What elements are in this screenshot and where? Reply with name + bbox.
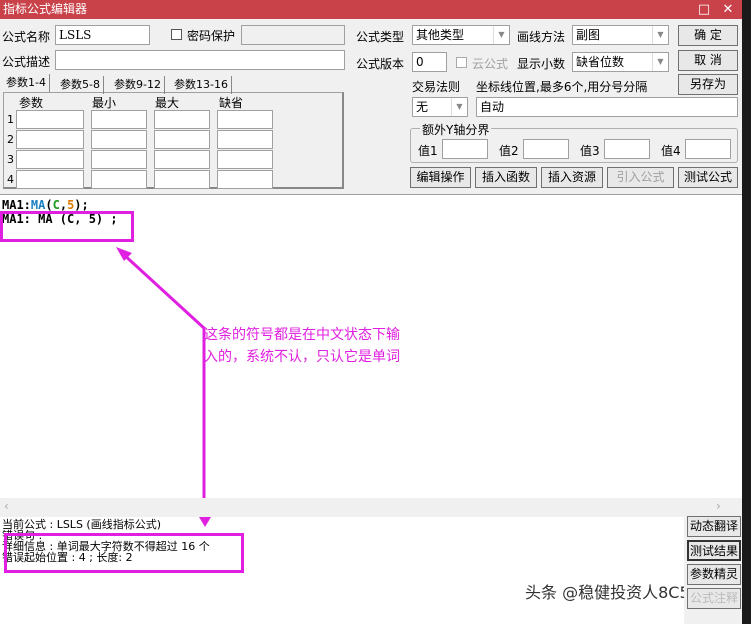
side-buttons: 动态翻译 测试结果 参数精灵 公式注释 xyxy=(684,515,742,624)
window-title: 指标公式编辑器 xyxy=(3,2,88,16)
value1-input[interactable] xyxy=(442,139,488,159)
version-label: 公式版本 xyxy=(356,57,405,71)
desc-input[interactable] xyxy=(55,50,345,70)
extra-y-label: 额外Y轴分界 xyxy=(420,121,492,138)
code-editor[interactable]: MA1:MA(C,5); MA1: MA (C, 5) ; 这条的符号都是在中文… xyxy=(0,194,742,499)
decimal-select[interactable]: 缺省位数 ▼ xyxy=(572,52,669,72)
chevron-down-icon: ▼ xyxy=(652,26,668,44)
value2-input[interactable] xyxy=(523,139,569,159)
param-cell[interactable] xyxy=(16,110,84,129)
col-header-max: 最大 xyxy=(155,96,180,110)
close-icon[interactable]: ✕ xyxy=(716,0,740,19)
decimal-value: 缺省位数 xyxy=(576,55,625,69)
annotation-text: 这条的符号都是在中文状态下输 入的，系统不认，只认它是单词 xyxy=(204,324,400,368)
ok-button[interactable]: 确 定 xyxy=(678,25,738,46)
param-cell[interactable] xyxy=(91,150,147,169)
row-number: 2 xyxy=(7,133,14,146)
cancel-button[interactable]: 取 消 xyxy=(678,50,738,71)
trade-select[interactable]: 无 ▼ xyxy=(412,97,468,117)
param-cell[interactable] xyxy=(91,110,147,129)
output-panel: 当前公式 : LSLS (画线指标公式) 错误句 : 详细信息 : 单词最大字符… xyxy=(0,517,712,624)
version-input[interactable]: 0 xyxy=(412,52,447,72)
test-formula-button[interactable]: 测试公式 xyxy=(678,167,738,188)
annotation-line: 这条的符号都是在中文状态下输 xyxy=(204,327,400,343)
type-label: 公式类型 xyxy=(356,30,405,44)
param-cell[interactable] xyxy=(217,170,273,189)
param-cell[interactable] xyxy=(217,150,273,169)
arrow-line xyxy=(120,251,207,331)
chevron-down-icon: ▼ xyxy=(493,26,509,44)
tab-params-9-12[interactable]: 参数9-12 xyxy=(111,76,165,94)
annotation-line: 入的，系统不认，只认它是单词 xyxy=(204,349,400,365)
tab-params-5-8[interactable]: 参数5-8 xyxy=(57,76,104,94)
save-as-button[interactable]: 另存为 xyxy=(678,74,738,95)
axis-input[interactable]: 自动 xyxy=(476,97,738,117)
dynamic-translate-button[interactable]: 动态翻译 xyxy=(687,516,741,537)
test-result-button[interactable]: 测试结果 xyxy=(687,540,741,561)
name-input[interactable]: LSLS xyxy=(55,25,150,45)
highlight-box xyxy=(4,533,244,573)
chevron-down-icon: ▼ xyxy=(451,98,467,116)
param-cell[interactable] xyxy=(16,170,84,189)
param-cell[interactable] xyxy=(217,130,273,149)
scroll-right-icon[interactable]: › xyxy=(716,499,721,513)
param-cell[interactable] xyxy=(217,110,273,129)
draw-label: 画线方法 xyxy=(517,30,566,44)
param-cell[interactable] xyxy=(16,130,84,149)
param-cell[interactable] xyxy=(91,170,147,189)
type-value: 其他类型 xyxy=(416,28,465,42)
cloud-checkbox[interactable] xyxy=(456,57,467,68)
cloud-label: 云公式 xyxy=(472,57,509,71)
desc-label: 公式描述 xyxy=(2,55,51,69)
maximize-icon[interactable]: □ xyxy=(692,0,716,19)
row-number: 4 xyxy=(7,173,14,186)
col-header-param: 参数 xyxy=(19,96,44,110)
insert-resource-button[interactable]: 插入资源 xyxy=(541,167,603,188)
import-formula-button[interactable]: 引入公式 xyxy=(607,167,674,188)
param-cell[interactable] xyxy=(154,110,210,129)
formula-comment-button[interactable]: 公式注释 xyxy=(687,588,741,609)
password-input[interactable] xyxy=(241,25,345,45)
row-number: 1 xyxy=(7,113,14,126)
param-cell[interactable] xyxy=(154,130,210,149)
password-checkbox[interactable] xyxy=(171,29,182,40)
type-select[interactable]: 其他类型 ▼ xyxy=(412,25,510,45)
password-label: 密码保护 xyxy=(187,29,236,43)
insert-function-button[interactable]: 插入函数 xyxy=(475,167,537,188)
chevron-down-icon: ▼ xyxy=(652,53,668,71)
title-bar: 指标公式编辑器 xyxy=(0,0,742,19)
trade-label: 交易法则 xyxy=(412,80,461,94)
row-number: 3 xyxy=(7,153,14,166)
horizontal-scrollbar[interactable]: ‹ › xyxy=(0,498,742,515)
edit-ops-button[interactable]: 编辑操作 xyxy=(410,167,471,188)
value4-label: 值4 xyxy=(661,144,681,158)
decimal-label: 显示小数 xyxy=(517,57,566,71)
name-label: 公式名称 xyxy=(2,30,51,44)
value3-label: 值3 xyxy=(580,144,600,158)
param-wizard-button[interactable]: 参数精灵 xyxy=(687,564,741,585)
col-header-default: 缺省 xyxy=(219,96,244,110)
formula-editor-window: 指标公式编辑器 □ ✕ 公式名称 LSLS 密码保护 公式描述 公式类型 其他类… xyxy=(0,0,742,624)
scroll-left-icon[interactable]: ‹ xyxy=(4,499,9,513)
trade-value: 无 xyxy=(416,100,429,114)
draw-select[interactable]: 副图 ▼ xyxy=(572,25,669,45)
axis-label: 坐标线位置,最多6个,用分号分隔 xyxy=(476,80,648,94)
param-cell[interactable] xyxy=(154,150,210,169)
value2-label: 值2 xyxy=(499,144,519,158)
tab-params-13-16[interactable]: 参数13-16 xyxy=(171,76,232,94)
value1-label: 值1 xyxy=(418,144,438,158)
value4-input[interactable] xyxy=(685,139,731,159)
draw-value: 副图 xyxy=(576,28,601,42)
param-cell[interactable] xyxy=(154,170,210,189)
arrowhead-down xyxy=(199,517,211,527)
tab-params-1-4[interactable]: 参数1-4 xyxy=(3,74,50,92)
param-cell[interactable] xyxy=(91,130,147,149)
col-header-min: 最小 xyxy=(92,96,117,110)
param-cell[interactable] xyxy=(16,150,84,169)
value3-input[interactable] xyxy=(604,139,650,159)
